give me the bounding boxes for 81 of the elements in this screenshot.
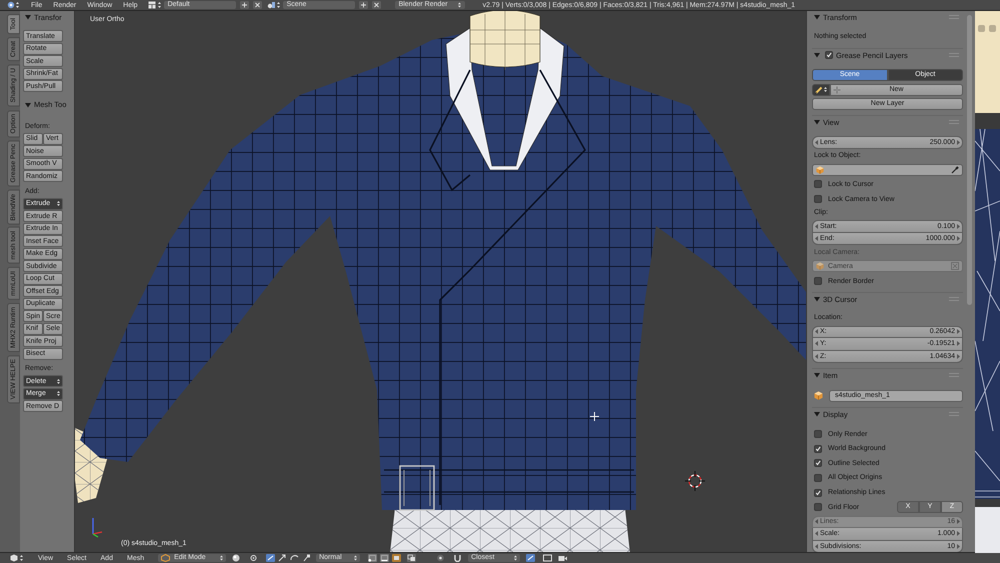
dropdown-arrows-icon — [57, 378, 60, 384]
increment-arrow-icon[interactable] — [957, 140, 960, 145]
diagonal-line-icon[interactable] — [526, 554, 536, 562]
crosshair-cursor-icon — [590, 412, 599, 421]
dropdown-arrows-icon — [220, 555, 224, 561]
decrement-arrow-icon[interactable] — [815, 140, 818, 145]
disclosure-triangle-icon[interactable] — [814, 372, 820, 378]
scrollbar[interactable] — [967, 15, 972, 305]
checkbox[interactable] — [814, 444, 822, 453]
checkbox[interactable] — [814, 474, 822, 482]
drag-handle-icon[interactable] — [949, 120, 959, 124]
checkbox[interactable] — [814, 459, 822, 468]
pencil-icon — [814, 86, 823, 94]
cube-icon — [814, 391, 823, 400]
disclosure-triangle-icon[interactable] — [25, 102, 31, 108]
circle-dropdown-icon[interactable] — [6, 1, 20, 9]
disclosure-triangle-icon[interactable] — [814, 119, 820, 126]
checkbox[interactable] — [814, 488, 822, 496]
ring-dot-icon[interactable] — [249, 554, 258, 562]
close-icon[interactable] — [372, 1, 381, 9]
frame-icon[interactable] — [543, 554, 552, 562]
scale-handle-icon[interactable] — [302, 554, 312, 562]
eyedropper-icon[interactable] — [951, 166, 959, 174]
increment-arrow-icon[interactable] — [957, 341, 960, 346]
increment-arrow-icon[interactable] — [957, 224, 960, 229]
close-icon[interactable] — [252, 1, 262, 9]
decrement-arrow-icon[interactable] — [815, 544, 818, 549]
disclosure-triangle-icon[interactable] — [25, 14, 31, 20]
dropdown-arrows-icon — [354, 555, 358, 561]
layout-icon[interactable] — [148, 1, 162, 9]
cube-icon — [816, 262, 824, 270]
diagonal-line-icon[interactable] — [266, 554, 276, 562]
vertex-select-icon[interactable] — [368, 554, 378, 562]
decrement-arrow-icon[interactable] — [815, 224, 818, 229]
decrement-arrow-icon[interactable] — [815, 329, 818, 334]
checkbox[interactable] — [814, 430, 822, 438]
magnet-icon[interactable] — [453, 554, 462, 562]
diagonal-arrow-icon[interactable] — [278, 554, 288, 562]
overlapping-squares-icon[interactable] — [407, 554, 416, 562]
circle-dot-icon[interactable] — [436, 554, 446, 562]
increment-arrow-icon[interactable] — [957, 531, 960, 536]
disclosure-triangle-icon[interactable] — [814, 14, 820, 20]
decrement-arrow-icon[interactable] — [815, 354, 818, 359]
3d-cursor-icon — [685, 471, 705, 491]
increment-arrow-icon[interactable] — [957, 329, 960, 334]
shapes-dropdown-icon[interactable] — [266, 1, 281, 9]
decrement-arrow-icon[interactable] — [815, 236, 818, 241]
hexagon-icon — [161, 554, 170, 562]
disclosure-triangle-icon[interactable] — [814, 52, 820, 58]
dropdown-arrows-icon — [57, 390, 60, 397]
sphere-icon[interactable] — [232, 554, 242, 562]
plus-icon — [833, 86, 841, 94]
edge-select-icon[interactable] — [380, 554, 390, 562]
decrement-arrow-icon[interactable] — [815, 531, 818, 536]
checkbox[interactable] — [814, 195, 822, 204]
add-icon[interactable] — [240, 1, 249, 9]
object-field[interactable] — [812, 164, 963, 176]
checkbox[interactable] — [814, 180, 822, 188]
drag-handle-icon[interactable] — [949, 373, 959, 378]
checkbox[interactable] — [825, 51, 833, 59]
hexagon-dropdown-icon[interactable] — [10, 554, 24, 562]
pencil-dropdown[interactable] — [812, 84, 830, 96]
drag-handle-icon[interactable] — [949, 412, 959, 416]
disclosure-triangle-icon[interactable] — [814, 296, 820, 302]
dropdown-arrows-icon — [824, 86, 828, 94]
checkbox[interactable] — [814, 503, 822, 512]
face-select-icon[interactable] — [392, 554, 402, 562]
arc-icon[interactable] — [290, 554, 300, 562]
disclosure-triangle-icon[interactable] — [814, 411, 820, 418]
dropdown-arrows-icon — [514, 555, 518, 561]
dropdown-arrows-icon — [458, 2, 461, 8]
checkbox[interactable] — [814, 277, 822, 286]
decrement-arrow-icon[interactable] — [815, 341, 818, 346]
cube-icon — [816, 166, 824, 174]
increment-arrow-icon[interactable] — [957, 544, 960, 549]
increment-arrow-icon[interactable] — [957, 236, 960, 241]
add-icon[interactable] — [358, 1, 368, 9]
drag-handle-icon[interactable] — [949, 297, 959, 302]
video-camera-icon[interactable] — [558, 554, 568, 562]
increment-arrow-icon[interactable] — [957, 354, 960, 359]
dropdown-arrows-icon — [57, 200, 60, 207]
